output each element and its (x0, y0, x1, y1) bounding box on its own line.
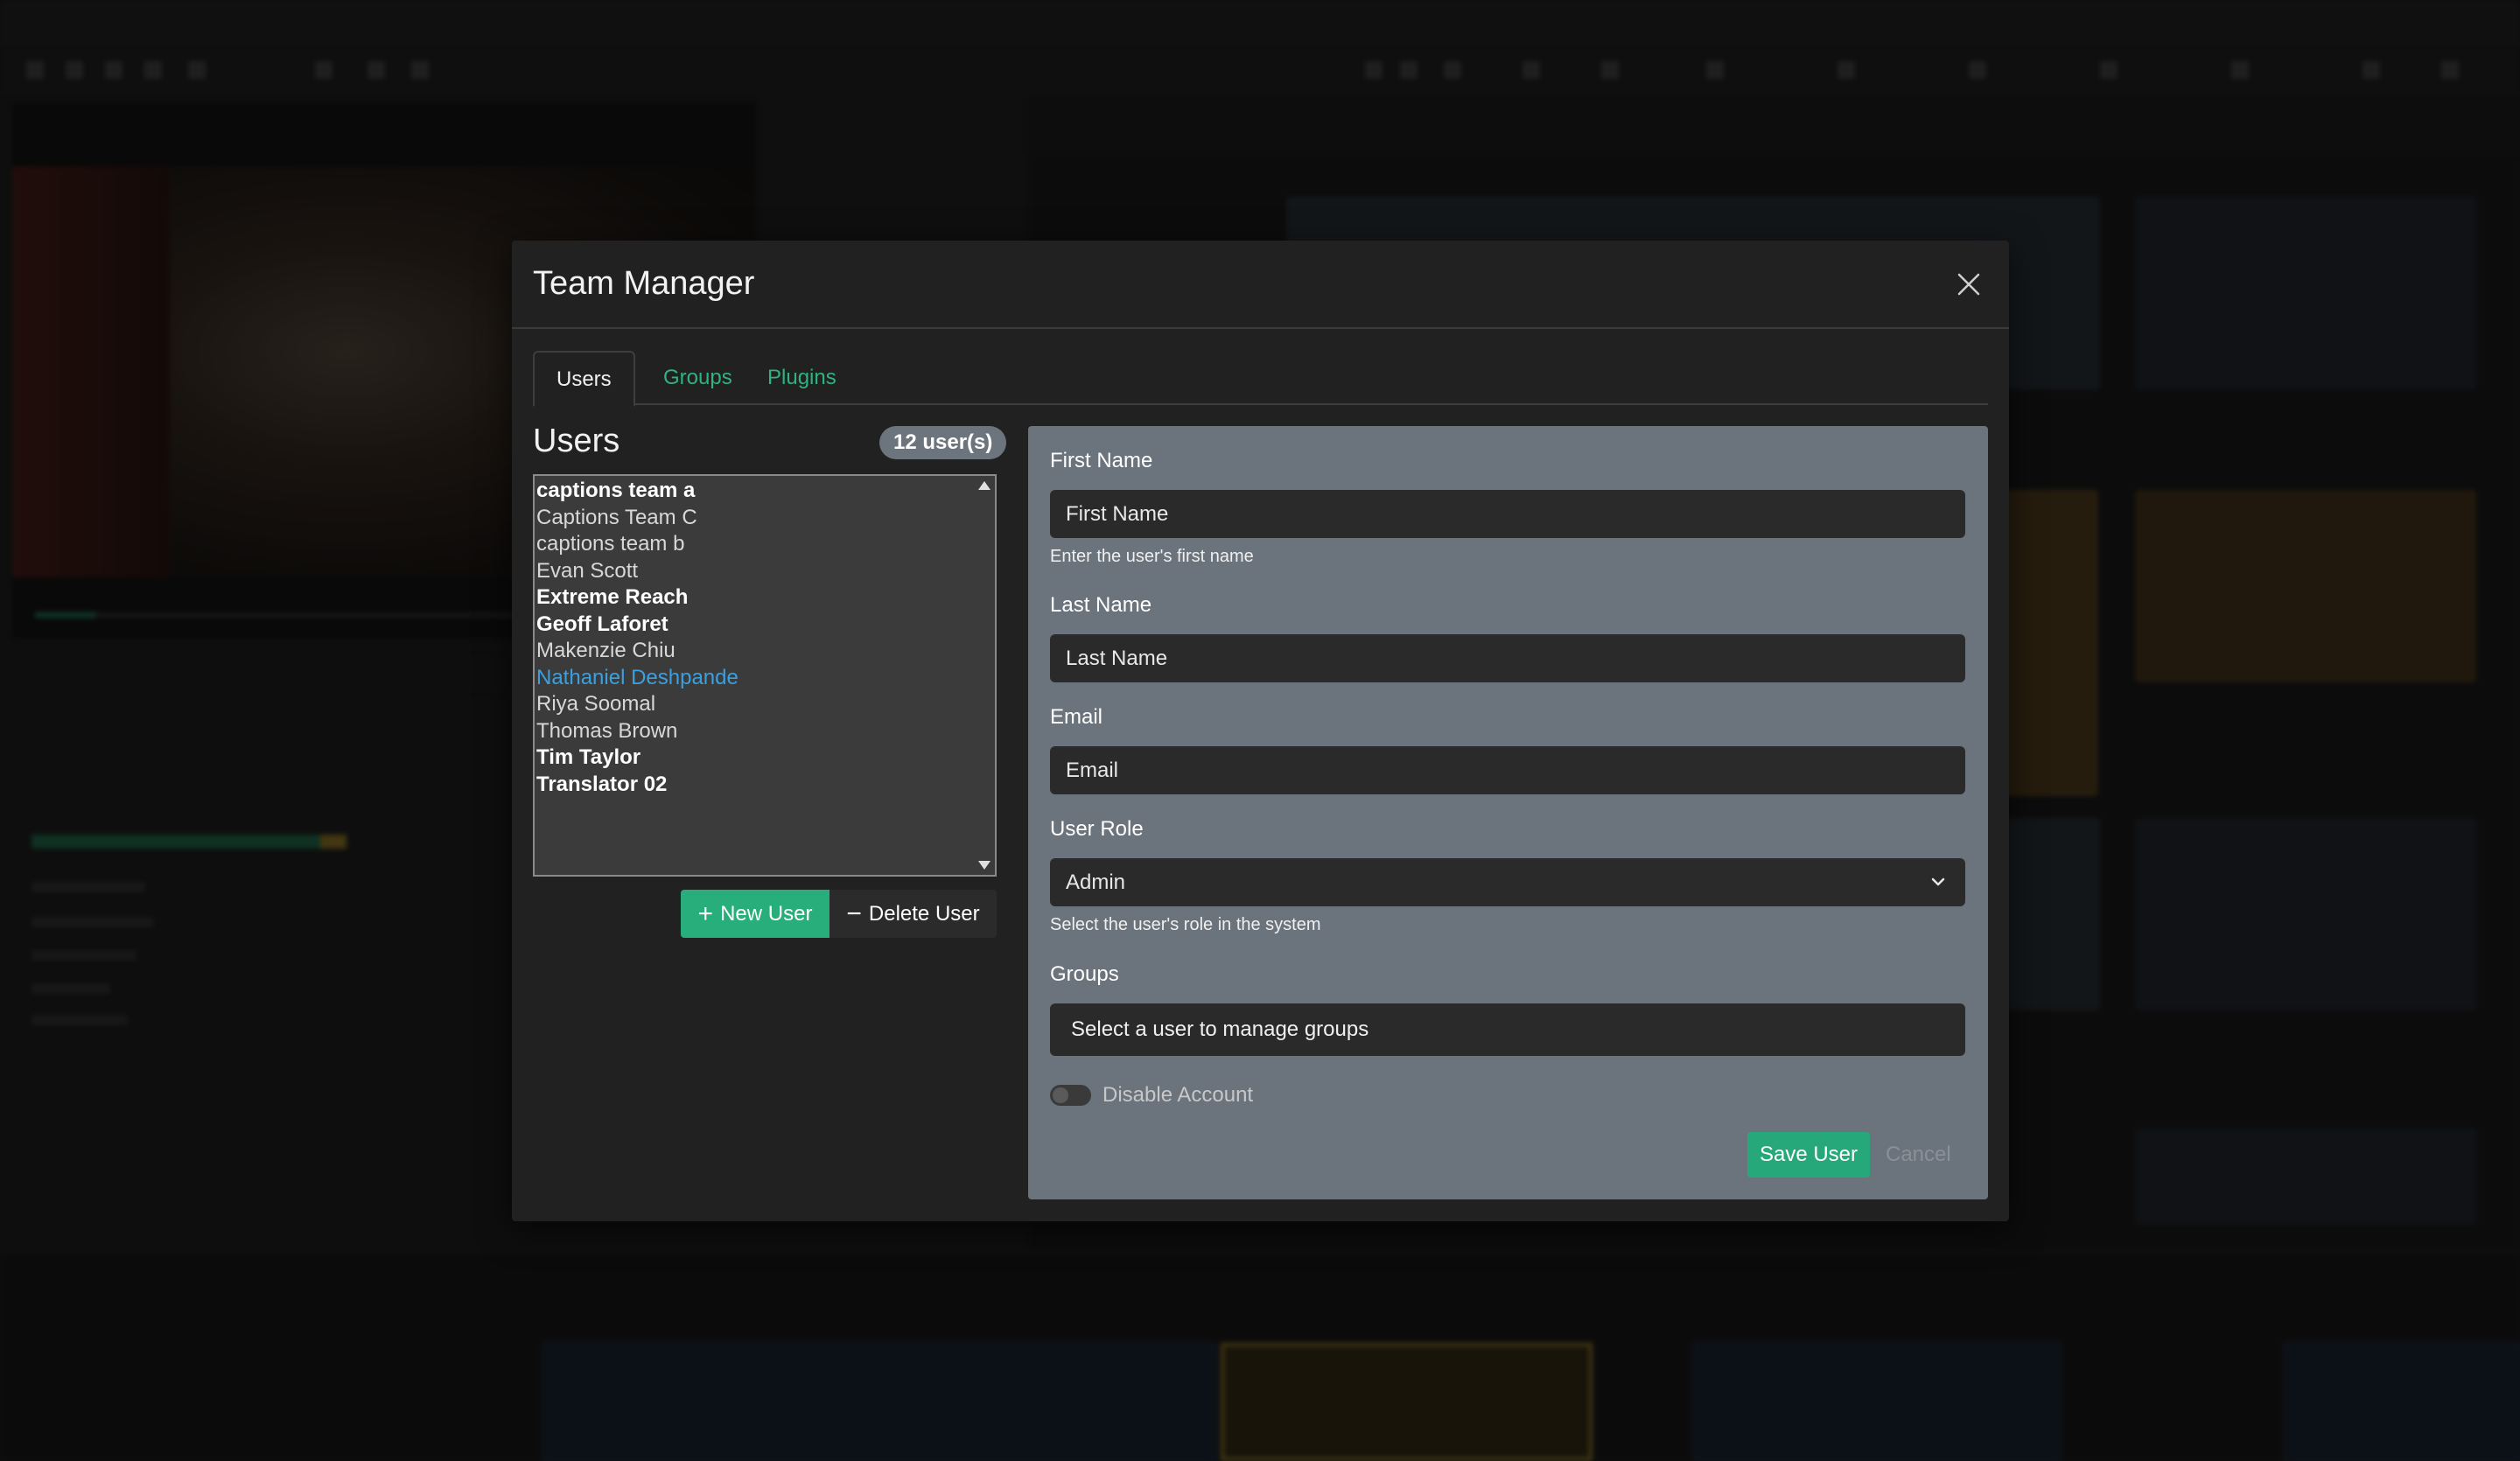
user-list-item[interactable]: Nathaniel Deshpande (536, 665, 995, 692)
email-label: Email (1050, 705, 1103, 729)
user-list-item[interactable]: Thomas Brown (536, 718, 995, 745)
close-icon[interactable] (1951, 267, 1986, 302)
scroll-up-icon[interactable] (978, 481, 990, 490)
plus-icon: + (697, 899, 714, 928)
last-name-field[interactable] (1050, 634, 1965, 682)
user-list-item[interactable]: Evan Scott (536, 558, 995, 585)
minus-icon: − (846, 899, 862, 928)
first-name-field[interactable] (1050, 490, 1965, 538)
new-user-button[interactable]: + New User (681, 890, 830, 938)
team-manager-modal: Team Manager Users Groups Plugins Users … (512, 241, 2009, 1221)
user-list-item[interactable]: captions team b (536, 531, 995, 558)
user-list[interactable]: captions team a Captions Team Ccaptions t… (533, 474, 997, 877)
user-list-item[interactable]: Translator 02 (536, 772, 995, 799)
delete-user-button[interactable]: − Delete User (830, 890, 997, 938)
scroll-down-icon[interactable] (978, 861, 990, 870)
user-list-item[interactable]: Extreme Reach (536, 584, 995, 612)
last-name-label: Last Name (1050, 593, 1152, 617)
modal-header: Team Manager (512, 241, 2009, 329)
email-field[interactable] (1050, 746, 1965, 794)
groups-field[interactable]: Select a user to manage groups (1050, 1003, 1965, 1056)
user-role-select[interactable]: Admin (1050, 858, 1965, 906)
users-heading: Users (533, 423, 620, 459)
tab-plugins[interactable]: Plugins (746, 351, 858, 405)
tab-groups[interactable]: Groups (641, 351, 754, 405)
disable-account-toggle[interactable] (1050, 1085, 1091, 1106)
user-list-item[interactable]: Tim Taylor (536, 744, 995, 772)
user-list-item[interactable]: Geoff Laforet (536, 612, 995, 639)
user-count-badge: 12 user(s) (879, 426, 1007, 459)
delete-user-label: Delete User (868, 902, 980, 926)
user-list-item[interactable]: captions team a (536, 478, 995, 505)
user-list-item[interactable]: Riya Soomal (536, 691, 995, 718)
toggle-knob (1053, 1087, 1068, 1103)
scrollbar[interactable] (976, 476, 995, 875)
first-name-label: First Name (1050, 449, 1153, 472)
modal-title: Team Manager (533, 265, 755, 302)
user-role-value: Admin (1066, 870, 1126, 894)
user-role-label: User Role (1050, 817, 1144, 841)
user-form: First Name Enter the user's first name L… (1028, 426, 1988, 1199)
tab-users[interactable]: Users (533, 351, 635, 407)
save-user-button[interactable]: Save User (1747, 1132, 1870, 1178)
disable-account-label: Disable Account (1102, 1083, 1254, 1107)
user-list-item[interactable]: Captions Team C (536, 505, 995, 532)
user-role-hint: Select the user's role in the system (1050, 915, 1321, 934)
cancel-button[interactable]: Cancel (1886, 1132, 1969, 1178)
user-list-item[interactable]: Makenzie Chiu (536, 638, 995, 665)
chevron-down-icon (1931, 877, 1945, 886)
groups-label: Groups (1050, 962, 1119, 986)
first-name-hint: Enter the user's first name (1050, 547, 1254, 566)
tab-bar: Users Groups Plugins (533, 351, 1988, 407)
new-user-label: New User (720, 902, 813, 926)
